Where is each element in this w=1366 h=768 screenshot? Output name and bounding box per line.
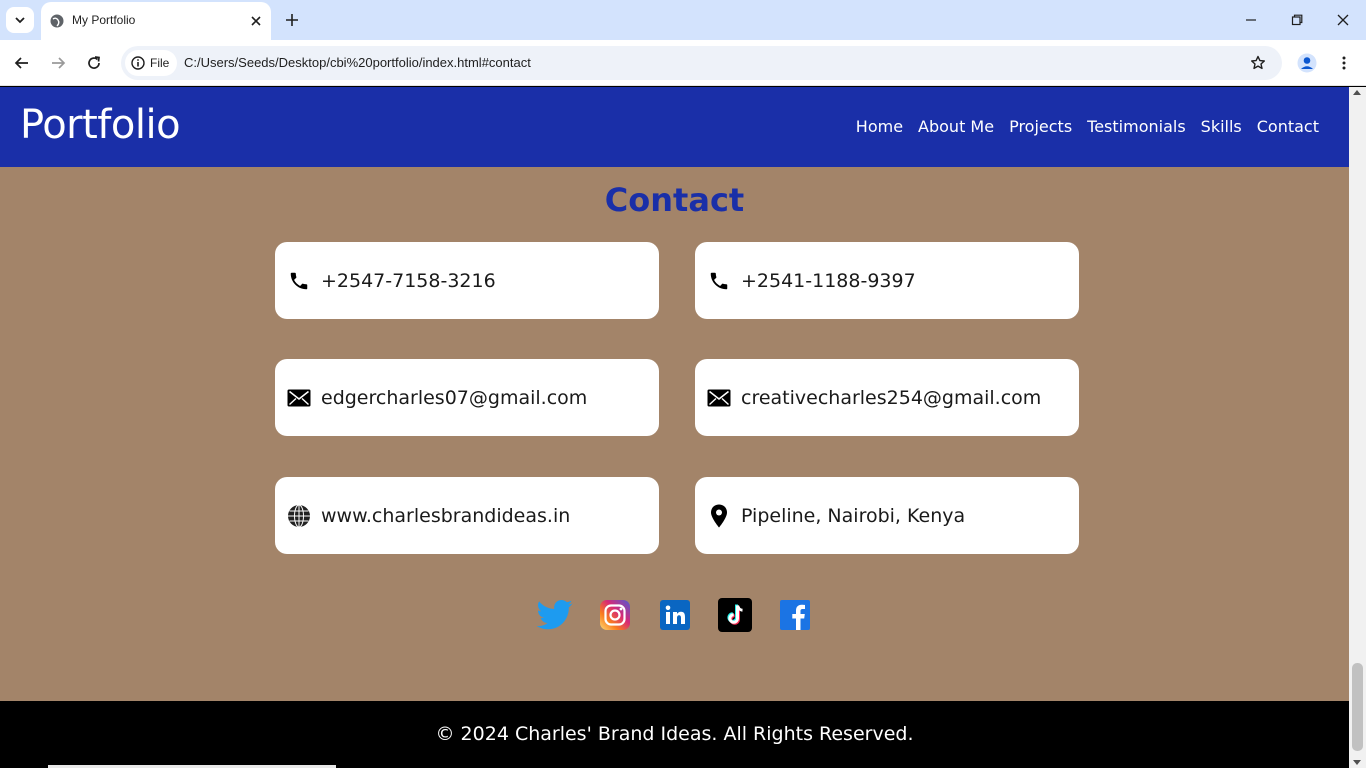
location-pin-icon bbox=[707, 504, 731, 528]
bookmark-button[interactable] bbox=[1248, 53, 1268, 73]
back-button[interactable] bbox=[10, 51, 34, 75]
globe-favicon-icon bbox=[50, 14, 64, 28]
facebook-icon[interactable] bbox=[777, 598, 813, 632]
chevron-down-icon bbox=[15, 17, 25, 24]
arrow-left-icon bbox=[14, 57, 28, 69]
forward-button[interactable] bbox=[46, 51, 70, 75]
minimize-button[interactable] bbox=[1239, 8, 1263, 32]
close-icon bbox=[1337, 14, 1349, 26]
minimize-icon bbox=[1246, 19, 1256, 21]
browser-toolbar: File C:/Users/Seeds/Desktop/cbi%20portfo… bbox=[0, 40, 1366, 86]
reload-icon bbox=[88, 56, 100, 69]
nav-link-skills[interactable]: Skills bbox=[1201, 117, 1242, 136]
contact-card-text: Pipeline, Nairobi, Kenya bbox=[741, 504, 966, 527]
contact-card-text: edgercharles07@gmail.com bbox=[321, 386, 588, 409]
scroll-thumb[interactable] bbox=[1352, 663, 1363, 751]
instagram-icon[interactable] bbox=[597, 598, 633, 632]
globe-icon bbox=[287, 504, 311, 528]
nav-link-about-me[interactable]: About Me bbox=[918, 117, 994, 136]
scroll-up-arrow-icon[interactable] bbox=[1353, 90, 1361, 95]
site-chip-label: File bbox=[150, 56, 170, 70]
contact-card-text: www.charlesbrandideas.in bbox=[321, 504, 571, 527]
twitter-icon[interactable] bbox=[537, 598, 573, 632]
linkedin-icon[interactable] bbox=[657, 598, 693, 632]
site-header: Portfolio Home About Me Projects Testimo… bbox=[0, 87, 1349, 167]
plus-icon bbox=[286, 14, 298, 26]
copyright-text: © 2024 Charles' Brand Ideas. All Rights … bbox=[435, 723, 914, 745]
nav-link-home[interactable]: Home bbox=[856, 117, 903, 136]
tiktok-icon[interactable] bbox=[717, 598, 753, 632]
profile-avatar-icon bbox=[1297, 53, 1317, 73]
site-footer: © 2024 Charles' Brand Ideas. All Rights … bbox=[0, 701, 1349, 768]
url-text[interactable]: C:/Users/Seeds/Desktop/cbi%20portfolio/i… bbox=[184, 55, 531, 70]
nav-link-contact[interactable]: Contact bbox=[1257, 117, 1319, 136]
restore-icon bbox=[1291, 14, 1303, 26]
browser-menu-button[interactable] bbox=[1332, 51, 1356, 75]
main-nav: Home About Me Projects Testimonials Skil… bbox=[856, 117, 1319, 136]
contact-card-text: +2541-1188-9397 bbox=[741, 269, 916, 292]
contact-card-text: +2547-7158-3216 bbox=[321, 269, 496, 292]
mail-icon bbox=[287, 386, 311, 410]
nav-link-testimonials[interactable]: Testimonials bbox=[1087, 117, 1186, 136]
star-icon bbox=[1251, 55, 1265, 70]
address-bar[interactable]: File C:/Users/Seeds/Desktop/cbi%20portfo… bbox=[121, 46, 1282, 80]
site-info-chip[interactable]: File bbox=[125, 50, 177, 76]
contact-card-website[interactable]: www.charlesbrandideas.in bbox=[275, 477, 659, 554]
contact-card-email-1[interactable]: edgercharles07@gmail.com bbox=[275, 359, 659, 436]
contact-card-location[interactable]: Pipeline, Nairobi, Kenya bbox=[695, 477, 1079, 554]
profile-button[interactable] bbox=[1295, 51, 1319, 75]
nav-link-projects[interactable]: Projects bbox=[1009, 117, 1072, 136]
phone-icon bbox=[287, 269, 311, 293]
scroll-down-arrow-icon[interactable] bbox=[1353, 760, 1361, 765]
reload-button[interactable] bbox=[82, 51, 106, 75]
contact-section-title: Contact bbox=[604, 181, 745, 219]
social-links bbox=[537, 598, 813, 632]
tab-search-button[interactable] bbox=[6, 7, 34, 33]
browser-tabstrip: My Portfolio bbox=[0, 0, 1366, 40]
restore-button[interactable] bbox=[1285, 8, 1309, 32]
contact-card-phone-1[interactable]: +2547-7158-3216 bbox=[275, 242, 659, 319]
close-icon bbox=[251, 16, 261, 26]
page-scrollbar[interactable] bbox=[1349, 87, 1366, 768]
tab-close-button[interactable] bbox=[247, 12, 265, 30]
info-icon bbox=[131, 56, 145, 70]
contact-card-email-2[interactable]: creativecharles254@gmail.com bbox=[695, 359, 1079, 436]
tab-title: My Portfolio bbox=[72, 13, 136, 27]
new-tab-button[interactable] bbox=[281, 9, 303, 31]
phone-icon bbox=[707, 269, 731, 293]
more-vertical-icon bbox=[1342, 56, 1346, 70]
arrow-right-icon bbox=[52, 57, 66, 69]
browser-tab[interactable]: My Portfolio bbox=[41, 2, 271, 40]
contact-card-text: creativecharles254@gmail.com bbox=[741, 386, 1042, 409]
close-window-button[interactable] bbox=[1331, 8, 1355, 32]
contact-card-phone-2[interactable]: +2541-1188-9397 bbox=[695, 242, 1079, 319]
site-logo-text[interactable]: Portfolio bbox=[20, 102, 181, 148]
mail-icon bbox=[707, 386, 731, 410]
page-viewport: Portfolio Home About Me Projects Testimo… bbox=[0, 87, 1349, 768]
